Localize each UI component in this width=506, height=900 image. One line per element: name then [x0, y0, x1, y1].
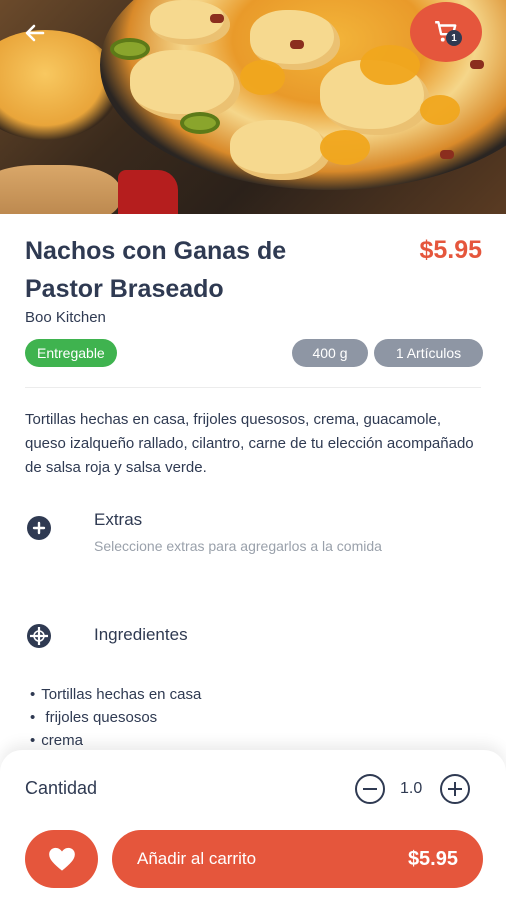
ingredient-item: Tortillas hechas en casa [30, 683, 201, 706]
ingredients-list: Tortillas hechas en casa frijoles quesos… [30, 683, 201, 752]
cheese-graphic [420, 95, 460, 125]
extras-subtitle: Seleccione extras para agregarlos a la c… [94, 538, 382, 554]
extras-title[interactable]: Extras [94, 510, 142, 530]
meat-graphic [440, 150, 454, 159]
favorite-button[interactable] [25, 830, 98, 888]
quantity-value: 1.0 [400, 780, 423, 797]
decrease-quantity-button[interactable] [355, 774, 385, 804]
meat-graphic [210, 14, 224, 23]
delivery-status-badge: Entregable [25, 339, 117, 367]
ingredient-item: crema [30, 729, 201, 752]
bottom-action-bar: Cantidad 1.0 Añadir al carrito $5.95 [0, 750, 506, 900]
plus-circle-icon[interactable] [27, 516, 51, 540]
minus-icon [363, 787, 377, 791]
increase-quantity-button[interactable] [440, 774, 470, 804]
wood-board-graphic [0, 165, 120, 214]
product-price: $5.95 [419, 236, 482, 264]
product-title: Nachos con Ganas de Pastor Braseado [25, 237, 287, 303]
product-description: Tortillas hechas en casa, frijoles queso… [25, 411, 474, 476]
add-to-cart-label: Añadir al carrito [137, 849, 257, 868]
back-button[interactable] [20, 18, 50, 48]
weight-badge: 400 g [292, 339, 368, 367]
ingredients-title: Ingredientes [94, 625, 188, 644]
divider [25, 387, 481, 388]
meat-graphic [470, 60, 484, 69]
cart-button[interactable]: 1 [410, 2, 482, 62]
add-to-cart-button[interactable]: Añadir al carrito $5.95 [112, 830, 483, 888]
cheese-graphic [240, 60, 285, 95]
meat-graphic [290, 40, 304, 49]
ingredient-item: frijoles quesosos [30, 706, 201, 729]
jalapeno-graphic [180, 112, 220, 134]
cheese-graphic [320, 130, 370, 165]
vendor-name: Boo Kitchen [25, 309, 106, 326]
jalapeno-graphic [110, 38, 150, 60]
quantity-label: Cantidad [25, 778, 98, 798]
pie-chart-icon [27, 624, 51, 648]
cart-count-badge: 1 [446, 30, 462, 46]
heart-icon [48, 847, 75, 871]
items-count-badge: 1 Artículos [374, 339, 483, 367]
arrow-left-icon [25, 24, 45, 42]
cheese-graphic [360, 45, 420, 85]
add-to-cart-price: $5.95 [407, 847, 458, 870]
napkin-graphic [118, 170, 178, 214]
